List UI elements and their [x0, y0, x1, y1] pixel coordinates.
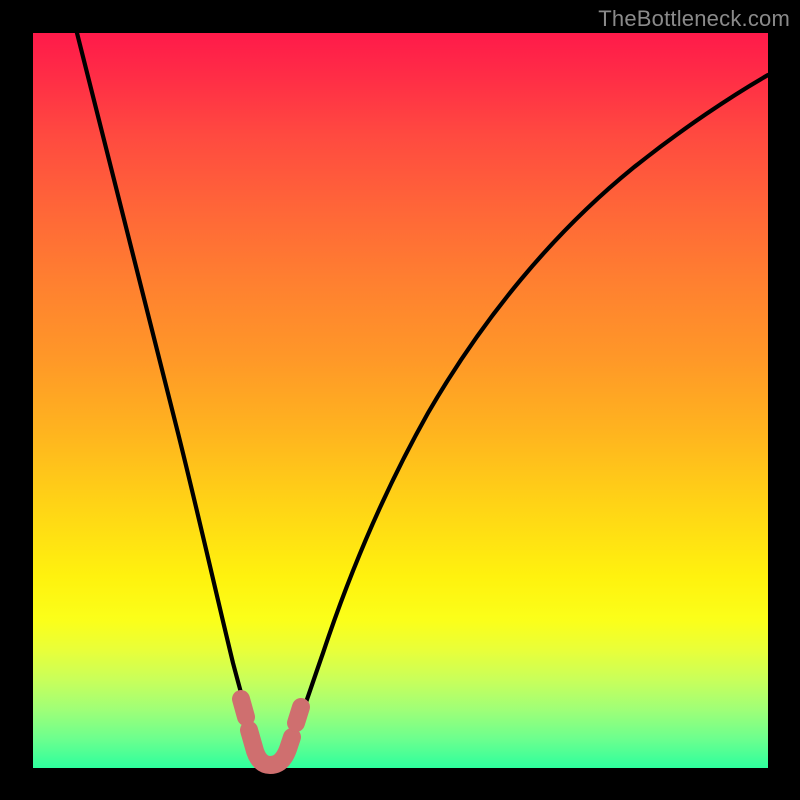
chart-svg	[33, 33, 768, 768]
watermark-text: TheBottleneck.com	[598, 6, 790, 32]
highlight-range	[241, 699, 301, 765]
bottleneck-curve	[77, 33, 768, 764]
chart-frame: TheBottleneck.com	[0, 0, 800, 800]
